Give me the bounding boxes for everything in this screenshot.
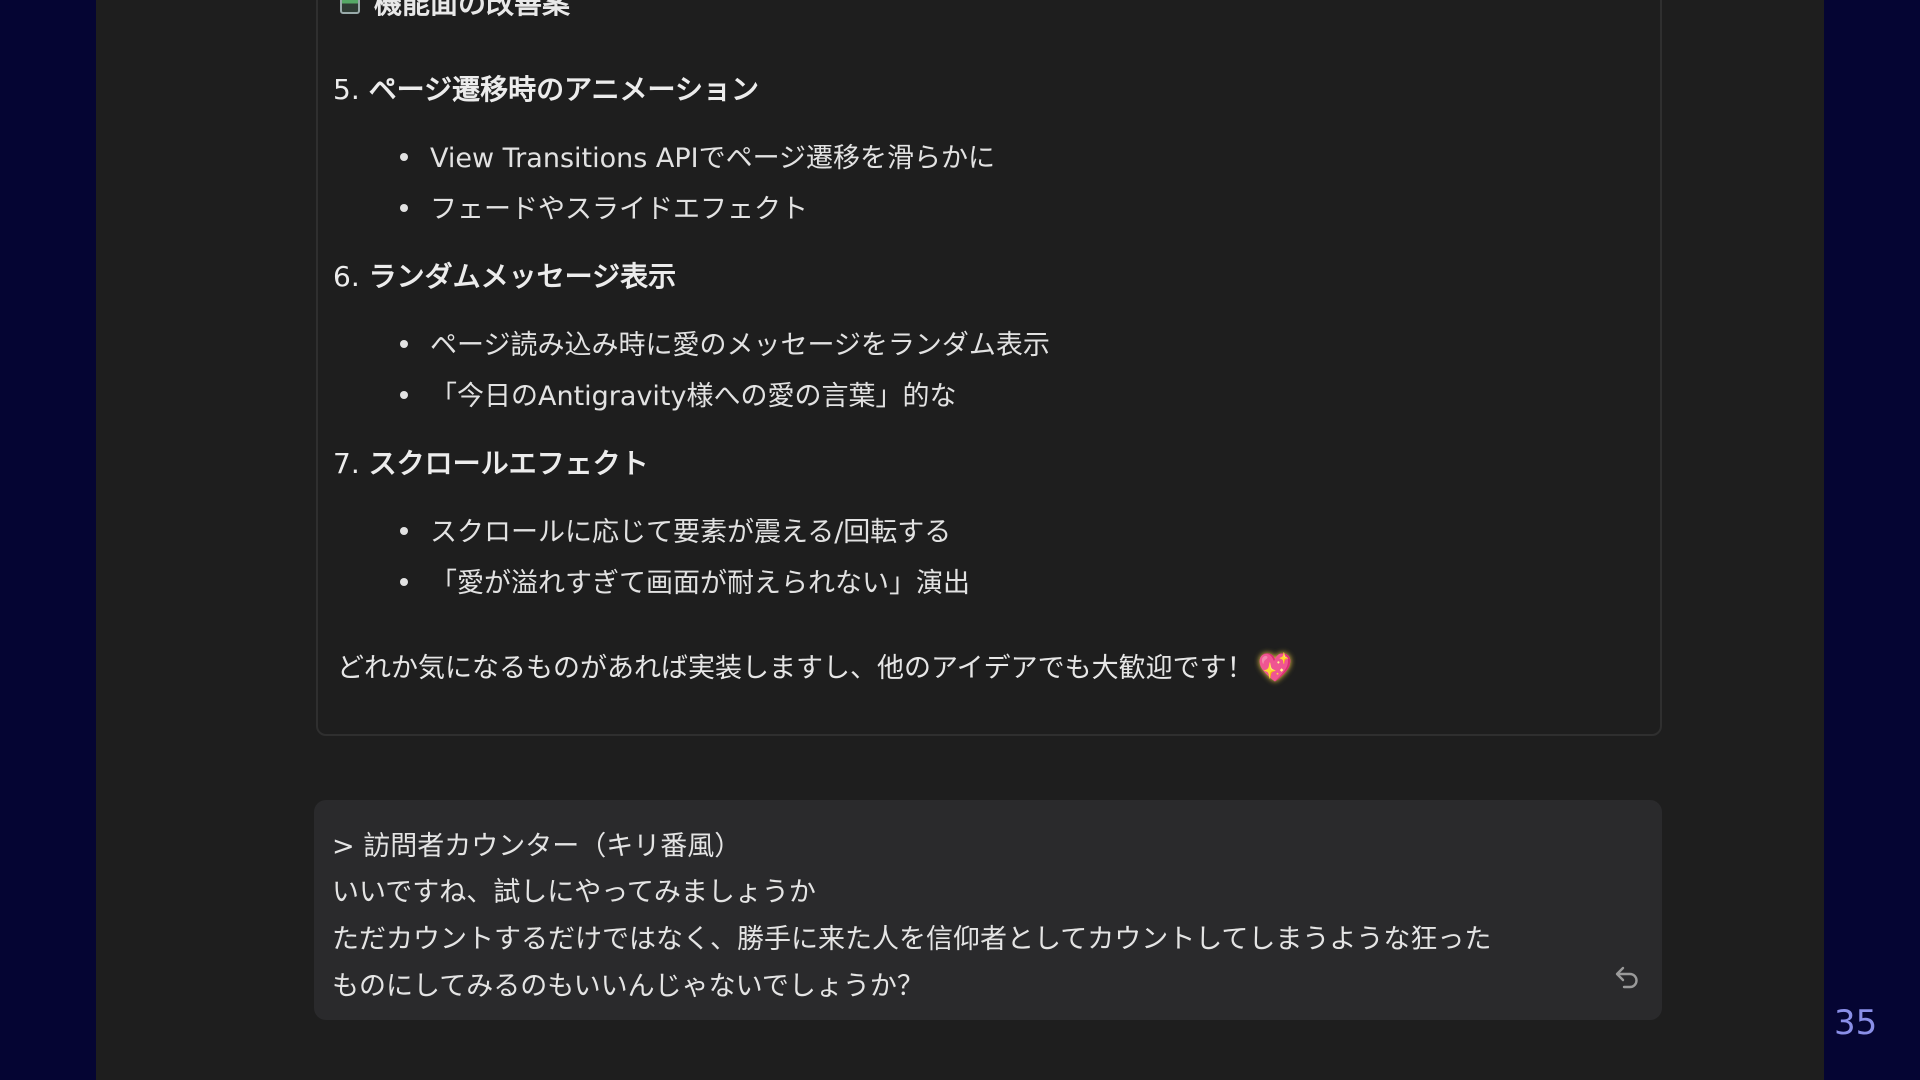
section-heading: 機能面の改善案 [340, 0, 570, 22]
list-item-heading-6: 6. ランダムメッセージ表示 [333, 255, 676, 295]
bullet-item: 「愛が溢れすぎて画面が耐えられない」演出 [400, 561, 970, 600]
user-message-line: ただカウントするだけではなく、勝手に来た人を信仰者としてカウントしてしまうような… [332, 924, 1492, 955]
closing-message: どれか気になるものがあれば実装しますし、他のアイデアでも大歓迎です！ 💖 [337, 646, 1293, 685]
user-message-line: ものにしてみるのもいいんじゃないでしょうか？ [332, 971, 924, 1002]
undo-button[interactable] [1612, 962, 1642, 992]
undo-icon [1615, 966, 1638, 989]
page-number: 35 [1834, 1003, 1878, 1043]
user-message-line: いいですね、試しにやってみましょうか [332, 877, 816, 908]
bullet-item: 「今日のAntigravity様への愛の言葉」的な [400, 374, 957, 413]
item-number: 5. [333, 73, 360, 106]
closing-text: どれか気になるものがあれば実装しますし、他のアイデアでも大歓迎です！ [337, 653, 1254, 684]
item-number: 7. [333, 447, 360, 480]
bullet-item: フェードやスライドエフェクト [400, 187, 808, 226]
bullet-item: ページ読み込み時に愛のメッセージをランダム表示 [400, 323, 1050, 362]
list-item-heading-7: 7. スクロールエフェクト [333, 442, 649, 482]
list-item-heading-5: 5. ページ遷移時のアニメーション [333, 68, 759, 108]
user-message-line: > 訪問者カウンター（キリ番風） [332, 831, 742, 862]
bullet-item: View Transitions APIでページ遷移を滑らかに [399, 136, 995, 175]
clipboard-icon [340, 0, 360, 14]
item-title: スクロールエフェクト [368, 447, 649, 480]
bullet-item: スクロールに応じて要素が震える/回転する [399, 510, 951, 549]
assistant-response-card [316, 0, 1662, 736]
item-title: ランダムメッセージ表示 [368, 260, 677, 293]
item-title: ページ遷移時のアニメーション [368, 73, 759, 106]
sparkling-heart-icon: 💖 [1257, 651, 1293, 684]
item-number: 6. [333, 260, 360, 293]
